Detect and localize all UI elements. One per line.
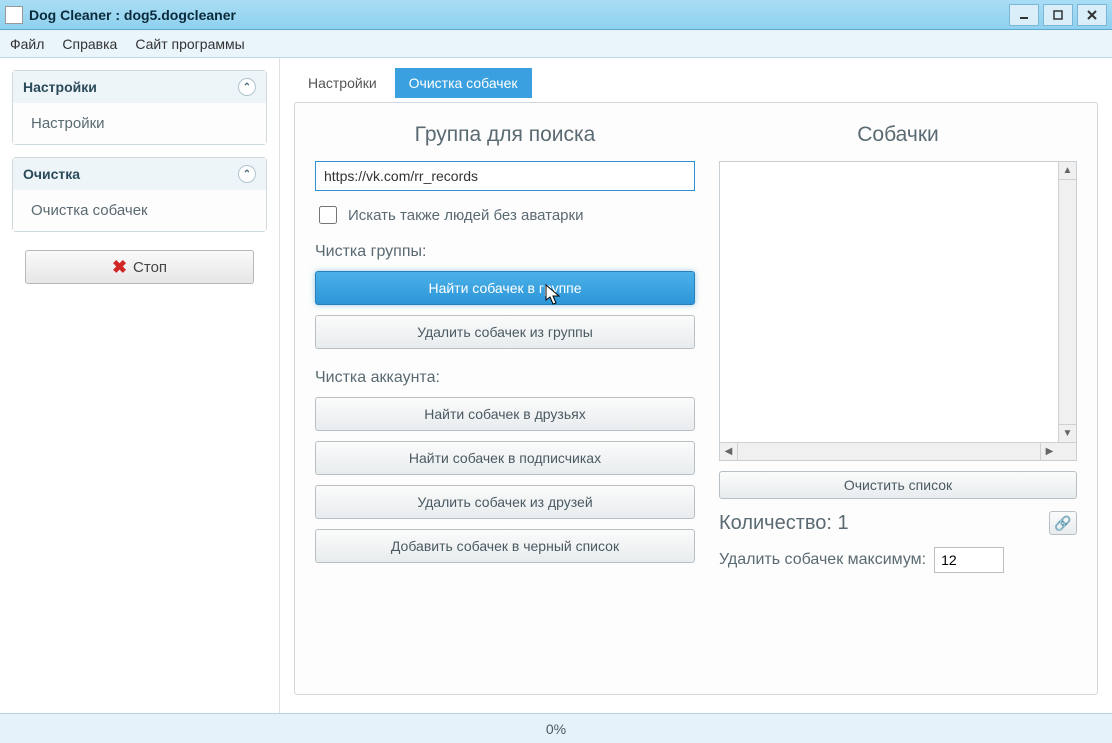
group-url-input[interactable] xyxy=(315,161,695,191)
dogs-heading: Собачки xyxy=(719,123,1077,147)
count-label: Количество: 1 xyxy=(719,512,849,535)
add-dogs-blacklist-button[interactable]: Добавить собачек в черный список xyxy=(315,529,695,563)
panel-settings: Настройки ⌃ Настройки xyxy=(12,70,267,145)
minimize-button[interactable] xyxy=(1009,4,1039,26)
x-icon: ✖ xyxy=(112,257,127,278)
group-clean-label: Чистка группы: xyxy=(315,243,695,261)
max-delete-input[interactable] xyxy=(934,547,1004,573)
progress-text: 0% xyxy=(546,721,566,737)
panel-settings-header[interactable]: Настройки ⌃ xyxy=(13,71,266,103)
find-dogs-group-button[interactable]: Найти собачек в группе xyxy=(315,271,695,305)
menu-file[interactable]: Файл xyxy=(10,36,44,52)
vertical-scrollbar[interactable]: ▲ ▼ xyxy=(1058,162,1076,442)
delete-dogs-group-button[interactable]: Удалить собачек из группы xyxy=(315,315,695,349)
find-dogs-friends-button[interactable]: Найти собачек в друзьях xyxy=(315,397,695,431)
sidebar-item-clean-dogs[interactable]: Очистка собачек xyxy=(13,190,266,231)
scroll-up-icon[interactable]: ▲ xyxy=(1059,162,1076,180)
chevron-up-icon: ⌃ xyxy=(238,165,256,183)
no-avatar-label: Искать также людей без аватарки xyxy=(348,207,583,224)
scroll-down-icon[interactable]: ▼ xyxy=(1059,424,1076,442)
find-dogs-subscribers-button[interactable]: Найти собачек в подписчиках xyxy=(315,441,695,475)
max-delete-label: Удалить собачек максимум: xyxy=(719,551,926,569)
dogs-listbox[interactable]: ▲ ▼ ◀ ▶ xyxy=(719,161,1077,461)
tab-clean-dogs[interactable]: Очистка собачек xyxy=(395,68,532,98)
content-frame: Группа для поиска Искать также людей без… xyxy=(294,102,1098,695)
count-value: 1 xyxy=(838,512,849,534)
panel-clean: Очистка ⌃ Очистка собачек xyxy=(12,157,267,232)
panel-clean-header[interactable]: Очистка ⌃ xyxy=(13,158,266,190)
tabs: Настройки Очистка собачек xyxy=(294,68,1098,98)
main-area: Настройки Очистка собачек Группа для пои… xyxy=(280,58,1112,713)
scroll-left-icon[interactable]: ◀ xyxy=(720,443,738,460)
chevron-up-icon: ⌃ xyxy=(238,78,256,96)
panel-clean-title: Очистка xyxy=(23,166,80,182)
horizontal-scrollbar[interactable]: ◀ ▶ xyxy=(720,442,1076,460)
menu-site[interactable]: Сайт программы xyxy=(135,36,244,52)
no-avatar-checkbox[interactable] xyxy=(319,206,337,224)
scroll-right-icon[interactable]: ▶ xyxy=(1040,443,1058,460)
close-button[interactable] xyxy=(1077,4,1107,26)
link-icon-button[interactable]: 🔗 xyxy=(1049,511,1077,535)
stop-label: Стоп xyxy=(133,259,167,276)
tab-settings[interactable]: Настройки xyxy=(294,68,391,98)
sidebar-item-settings[interactable]: Настройки xyxy=(13,103,266,144)
window-title: Dog Cleaner : dog5.dogcleaner xyxy=(29,7,236,23)
panel-settings-title: Настройки xyxy=(23,79,97,95)
stop-button[interactable]: ✖ Стоп xyxy=(25,250,255,284)
titlebar: Dog Cleaner : dog5.dogcleaner xyxy=(0,0,1112,30)
progress-bar xyxy=(8,721,531,737)
statusbar: 0% xyxy=(0,713,1112,743)
menubar: Файл Справка Сайт программы xyxy=(0,30,1112,58)
search-column: Группа для поиска Искать также людей без… xyxy=(315,119,695,678)
search-heading: Группа для поиска xyxy=(315,123,695,147)
menu-help[interactable]: Справка xyxy=(62,36,117,52)
sidebar: Настройки ⌃ Настройки Очистка ⌃ Очистка … xyxy=(0,58,280,713)
dogs-column: Собачки ▲ ▼ ◀ ▶ Очистить список Количест… xyxy=(719,119,1077,678)
delete-dogs-friends-button[interactable]: Удалить собачек из друзей xyxy=(315,485,695,519)
clear-list-button[interactable]: Очистить список xyxy=(719,471,1077,499)
maximize-button[interactable] xyxy=(1043,4,1073,26)
account-clean-label: Чистка аккаунта: xyxy=(315,369,695,387)
app-icon xyxy=(5,6,23,24)
